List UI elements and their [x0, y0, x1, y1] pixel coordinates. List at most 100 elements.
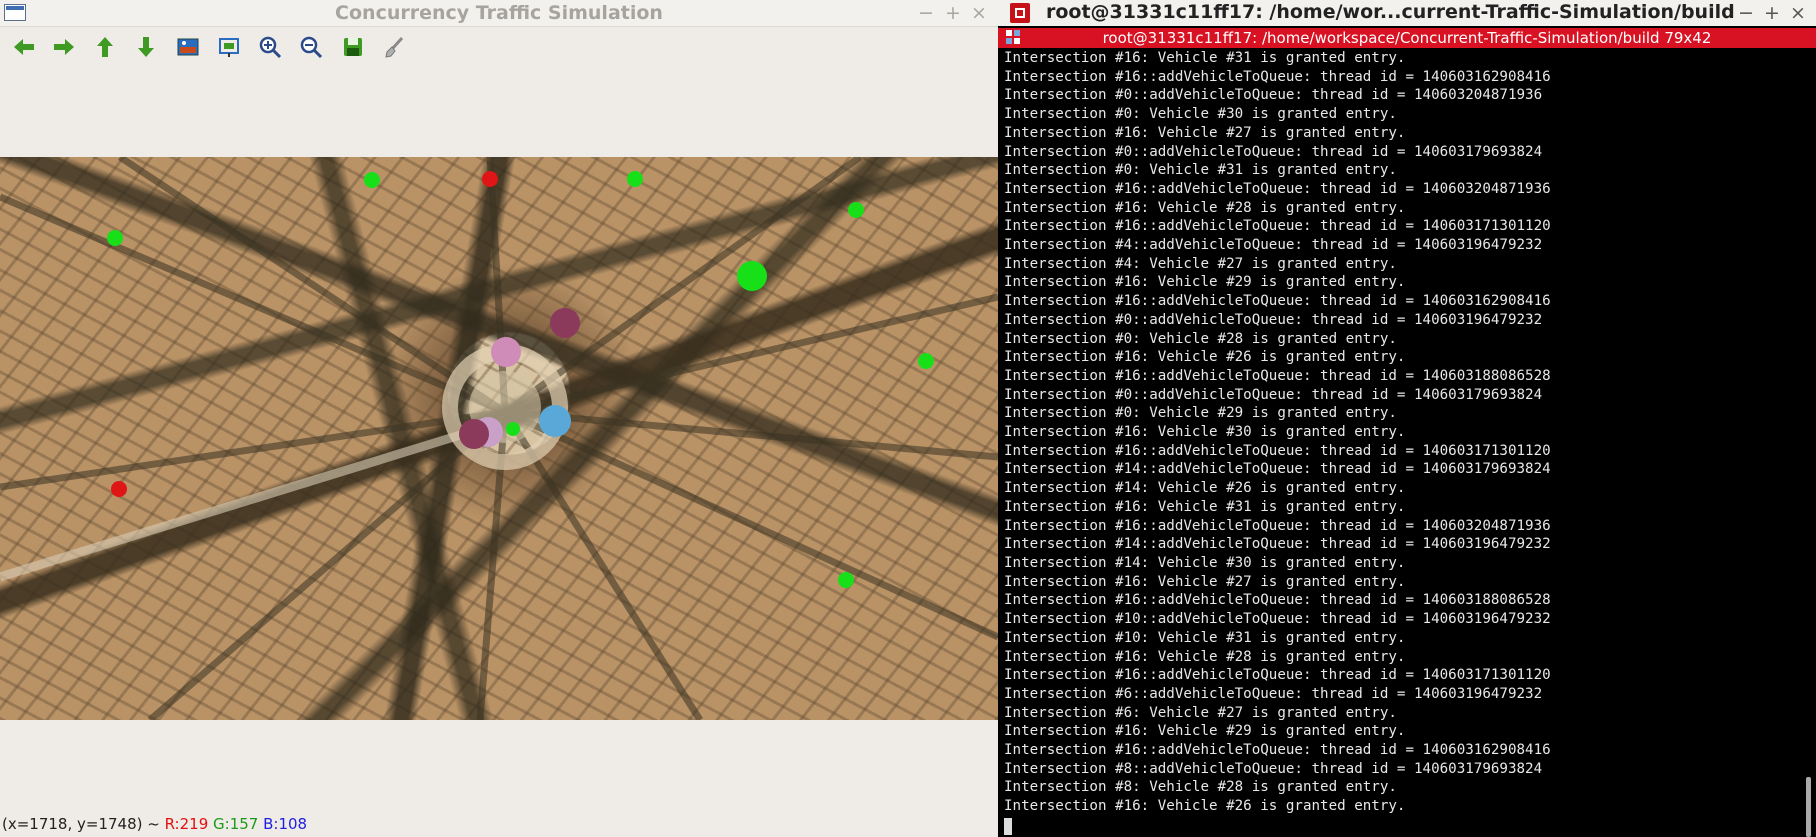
terminal-line: Intersection #10: Vehicle #31 is granted… — [1004, 629, 1406, 646]
terminal-line: Intersection #8::addVehicleToQueue: thre… — [1004, 760, 1543, 777]
arrow-left-icon — [14, 39, 34, 55]
zoom-region-icon — [219, 38, 239, 57]
simulation-map[interactable] — [0, 157, 998, 720]
traffic-light-green — [838, 572, 854, 588]
vehicle — [491, 337, 521, 367]
pan-left-button[interactable] — [9, 32, 39, 62]
terminal-output[interactable]: Intersection #16: Vehicle #31 is granted… — [1004, 49, 1794, 816]
terminal-line: Intersection #8: Vehicle #28 is granted … — [1004, 779, 1397, 796]
terminal-line: Intersection #0: Vehicle #31 is granted … — [1004, 162, 1397, 179]
terminal-line: Intersection #16: Vehicle #31 is granted… — [1004, 50, 1406, 66]
terminal-line: Intersection #16::addVehicleToQueue: thr… — [1004, 293, 1551, 310]
traffic-light-green — [848, 202, 864, 218]
sim-toolbar — [0, 28, 998, 66]
save-icon — [344, 38, 362, 56]
terminal-line: Intersection #4::addVehicleToQueue: thre… — [1004, 237, 1543, 254]
terminal-line: Intersection #16::addVehicleToQueue: thr… — [1004, 68, 1551, 85]
terminal-line: Intersection #16::addVehicleToQueue: thr… — [1004, 218, 1551, 235]
terminal-line: Intersection #0::addVehicleToQueue: thre… — [1004, 311, 1543, 328]
terminal-line: Intersection #0: Vehicle #28 is granted … — [1004, 330, 1397, 347]
terminal-window: root@31331c11ff17: /home/wor...current-T… — [998, 0, 1816, 837]
zoom-region-button[interactable] — [214, 32, 244, 62]
terminal-line: Intersection #6::addVehicleToQueue: thre… — [1004, 685, 1543, 702]
pixel-info-statusbar: (x=1718, y=1748) ~ R:219 G:157 B:108 — [2, 814, 307, 834]
terminal-line: Intersection #14: Vehicle #30 is granted… — [1004, 554, 1406, 571]
terminal-maximize-button[interactable]: + — [1764, 1, 1780, 25]
terminal-line: Intersection #14: Vehicle #26 is granted… — [1004, 480, 1406, 497]
terminal-line: Intersection #16: Vehicle #26 is granted… — [1004, 349, 1406, 366]
terminal-window-title: root@31331c11ff17: /home/wor...current-T… — [1046, 1, 1735, 23]
terminal-line: Intersection #16: Vehicle #30 is granted… — [1004, 424, 1406, 441]
terminal-scrollbar[interactable] — [1800, 49, 1816, 837]
terminal-tab-title: root@31331c11ff17: /home/workspace/Concu… — [1102, 29, 1712, 47]
zoom-in-button[interactable] — [255, 32, 285, 62]
pixel-red-value: R:219 — [164, 815, 209, 833]
terminal-line: Intersection #10::addVehicleToQueue: thr… — [1004, 611, 1551, 628]
pan-down-button[interactable] — [131, 32, 161, 62]
terminal-line: Intersection #4: Vehicle #27 is granted … — [1004, 255, 1397, 272]
terminal-line: Intersection #16: Vehicle #29 is granted… — [1004, 274, 1406, 291]
traffic-light-green — [364, 172, 380, 188]
traffic-light-red — [482, 171, 498, 187]
pixel-blue-value: B:108 — [263, 815, 308, 833]
terminal-scrollbar-thumb[interactable] — [1806, 777, 1811, 837]
vehicle — [550, 308, 580, 338]
terminal-line: Intersection #16::addVehicleToQueue: thr… — [1004, 442, 1551, 459]
arrow-down-icon — [138, 37, 154, 57]
terminal-line: Intersection #16: Vehicle #29 is granted… — [1004, 723, 1406, 740]
zoom-image-button[interactable] — [173, 32, 203, 62]
terminal-line: Intersection #16: Vehicle #28 is granted… — [1004, 199, 1406, 216]
terminal-line: Intersection #16::addVehicleToQueue: thr… — [1004, 517, 1551, 534]
terminal-tab-bar[interactable]: root@31331c11ff17: /home/workspace/Concu… — [998, 28, 1816, 48]
traffic-light-green — [506, 422, 520, 436]
traffic-light-green — [918, 353, 934, 369]
zoom-out-button[interactable] — [296, 32, 326, 62]
terminal-cursor — [1004, 818, 1012, 835]
simulation-window: Concurrency Traffic Simulation − + × (x=… — [0, 0, 998, 837]
maximize-button[interactable]: + — [945, 1, 961, 25]
terminal-line: Intersection #0::addVehicleToQueue: thre… — [1004, 386, 1543, 403]
traffic-overlay — [0, 157, 998, 720]
terminal-line: Intersection #16::addVehicleToQueue: thr… — [1004, 180, 1551, 197]
terminal-titlebar[interactable]: root@31331c11ff17: /home/wor...current-T… — [998, 0, 1816, 26]
pan-up-button[interactable] — [90, 32, 120, 62]
terminal-line: Intersection #16::addVehicleToQueue: thr… — [1004, 742, 1551, 759]
vehicle — [539, 405, 571, 437]
terminal-line: Intersection #0::addVehicleToQueue: thre… — [1004, 143, 1543, 160]
terminal-line: Intersection #16: Vehicle #27 is granted… — [1004, 573, 1406, 590]
traffic-light-red — [111, 481, 127, 497]
terminal-line: Intersection #14::addVehicleToQueue: thr… — [1004, 461, 1551, 478]
terminal-line: Intersection #16: Vehicle #27 is granted… — [1004, 124, 1406, 141]
vehicle — [459, 419, 489, 449]
terminal-line: Intersection #0::addVehicleToQueue: thre… — [1004, 87, 1543, 104]
terminal-line: Intersection #16::addVehicleToQueue: thr… — [1004, 667, 1551, 684]
minimize-button[interactable]: − — [918, 1, 934, 25]
zoom-out-icon — [300, 36, 323, 59]
close-button[interactable]: × — [971, 1, 987, 25]
terminal-line: Intersection #16: Vehicle #28 is granted… — [1004, 648, 1406, 665]
terminal-minimize-button[interactable]: − — [1738, 1, 1754, 25]
terminal-app-icon — [1010, 3, 1030, 23]
terminal-close-button[interactable]: × — [1790, 1, 1806, 25]
terminal-line: Intersection #0: Vehicle #29 is granted … — [1004, 405, 1397, 422]
traffic-light-green — [627, 171, 643, 187]
save-button[interactable] — [338, 32, 368, 62]
terminal-line: Intersection #14::addVehicleToQueue: thr… — [1004, 536, 1551, 553]
arrow-right-icon — [54, 39, 74, 55]
cursor-coordinates: (x=1718, y=1748) ~ — [2, 815, 165, 833]
image-icon — [177, 38, 199, 56]
terminal-line: Intersection #6: Vehicle #27 is granted … — [1004, 704, 1397, 721]
terminal-line: Intersection #0: Vehicle #30 is granted … — [1004, 106, 1397, 123]
terminal-line: Intersection #16::addVehicleToQueue: thr… — [1004, 592, 1551, 609]
terminal-line: Intersection #16::addVehicleToQueue: thr… — [1004, 367, 1551, 384]
sim-titlebar[interactable]: Concurrency Traffic Simulation − + × — [0, 0, 998, 27]
properties-button[interactable] — [379, 32, 409, 62]
terminal-line: Intersection #16: Vehicle #31 is granted… — [1004, 498, 1406, 515]
arrow-up-icon — [97, 37, 113, 57]
pan-right-button[interactable] — [49, 32, 79, 62]
vehicle — [737, 261, 767, 291]
traffic-light-green — [107, 230, 123, 246]
pixel-green-value: G:157 — [213, 815, 259, 833]
terminal-line: Intersection #16: Vehicle #26 is granted… — [1004, 798, 1406, 815]
zoom-in-icon — [259, 36, 282, 59]
